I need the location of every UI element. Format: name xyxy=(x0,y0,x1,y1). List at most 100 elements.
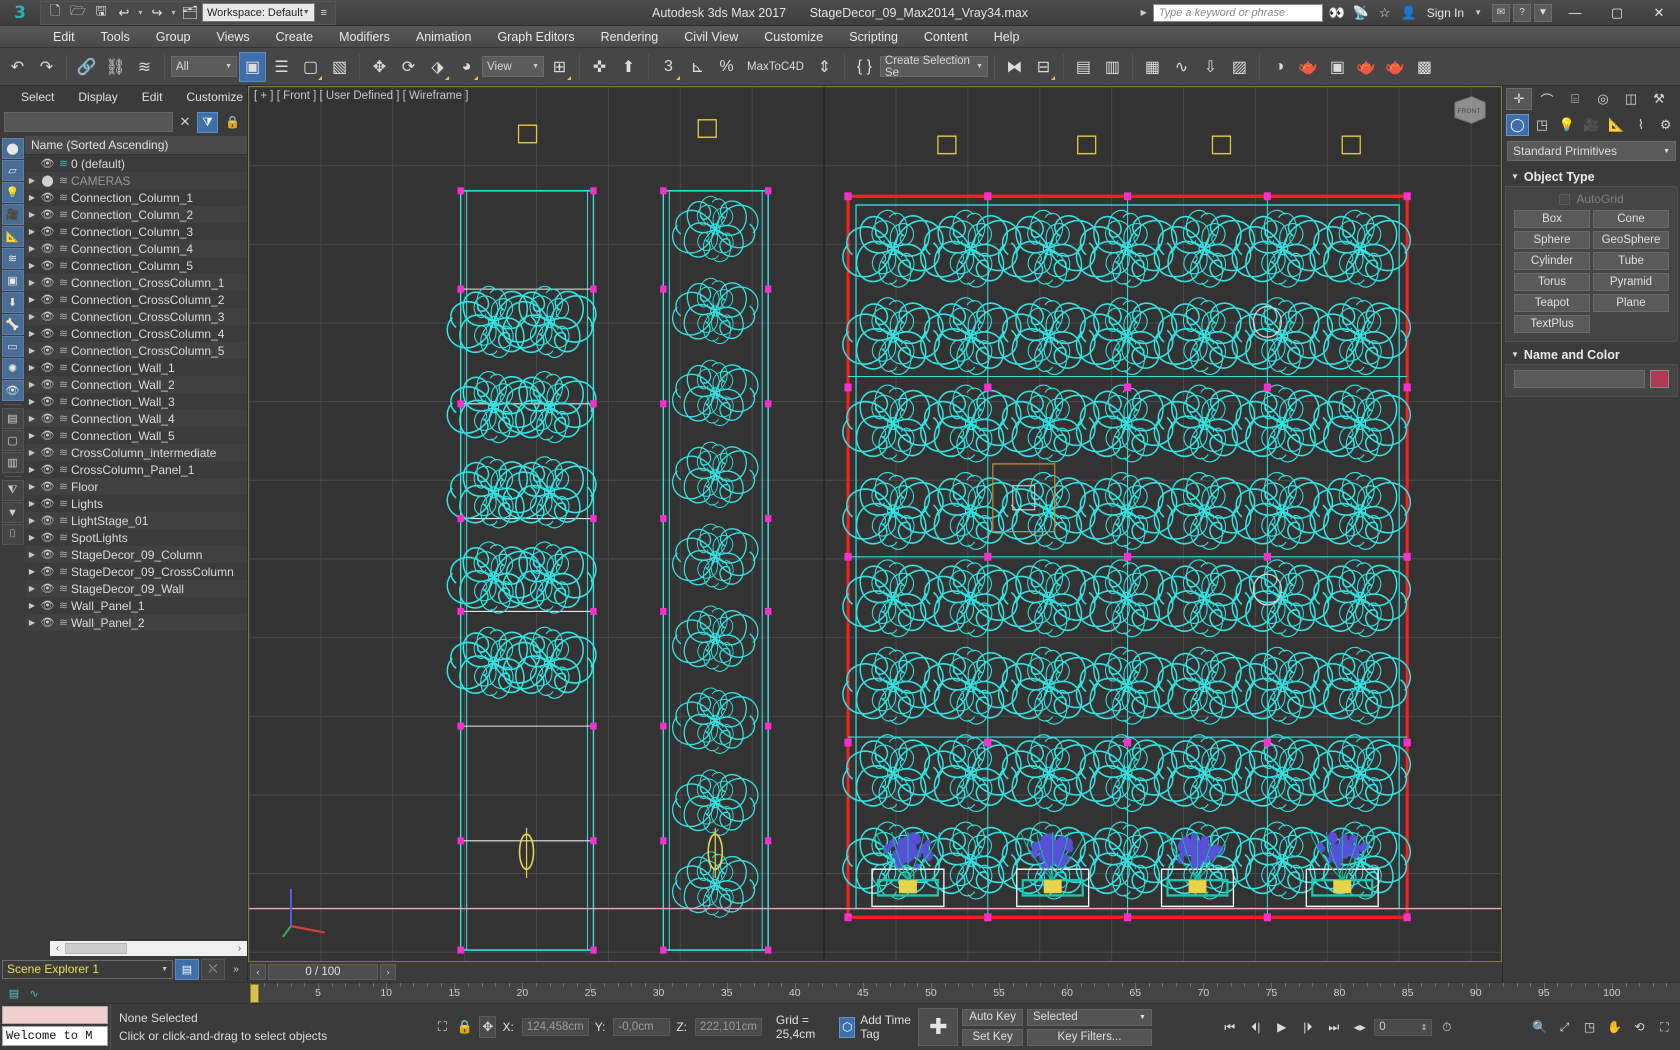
infocenter-expand-icon[interactable]: ▶ xyxy=(1139,8,1149,17)
scene-explorer-row[interactable]: ▶ 👁 ≋ Connection_CrossColumn_2 xyxy=(25,291,247,308)
sign-in-button[interactable]: Sign In xyxy=(1423,6,1468,20)
scene-explorer-menu-display[interactable]: Display xyxy=(67,87,128,107)
display-list-icon[interactable]: ▤ xyxy=(2,408,24,429)
display-tab[interactable]: ◫ xyxy=(1618,88,1644,110)
visibility-eye-icon[interactable]: 👁 xyxy=(39,480,56,493)
expand-arrow-icon[interactable]: ▶ xyxy=(25,516,39,525)
display-tile-icon[interactable]: ▢ xyxy=(2,430,24,451)
expand-arrow-icon[interactable]: ▶ xyxy=(25,346,39,355)
expand-arrow-icon[interactable]: ▶ xyxy=(25,550,39,559)
filter-groups-icon[interactable]: ▣ xyxy=(2,270,24,291)
schematic-view-button[interactable]: ⇩ xyxy=(1197,52,1224,82)
scene-explorer-menu-edit[interactable]: Edit xyxy=(131,87,174,107)
filter-icon[interactable]: ⧩ xyxy=(197,112,218,133)
render-iterative-button[interactable]: 🫖 xyxy=(1382,52,1409,82)
menu-item-rendering[interactable]: Rendering xyxy=(588,26,672,48)
reference-coordinate-combo[interactable]: View ▼ xyxy=(482,56,544,77)
clear-search-icon[interactable]: ✕ xyxy=(177,112,193,132)
spinner-icon[interactable]: ⇕ xyxy=(1421,1023,1428,1032)
object-type-pyramid-button[interactable]: Pyramid xyxy=(1593,273,1669,291)
layer-explorer-button[interactable]: ▤ xyxy=(1070,52,1097,82)
expand-arrow-icon[interactable]: ▶ xyxy=(25,465,39,474)
expand-arrow-icon[interactable]: ▶ xyxy=(25,312,39,321)
scene-explorer-row[interactable]: ▶ 👁 ≋ Lights xyxy=(25,495,247,512)
visibility-eye-icon[interactable]: 👁 xyxy=(39,242,56,255)
menu-item-help[interactable]: Help xyxy=(981,26,1033,48)
percent-snap-toggle-button[interactable]: % xyxy=(713,52,740,82)
filter-shapes-icon[interactable]: ▱ xyxy=(2,160,24,181)
scene-explorer-row[interactable]: ▶ 👁 ≋ Connection_Wall_4 xyxy=(25,410,247,427)
visibility-eye-icon[interactable]: 👁 xyxy=(39,412,56,425)
display-detail-icon[interactable]: ▥ xyxy=(2,452,24,473)
close-button[interactable]: ✕ xyxy=(1638,0,1680,26)
object-type-box-button[interactable]: Box xyxy=(1514,210,1590,228)
mirror-button[interactable]: ⧓ xyxy=(1001,52,1028,82)
object-type-cone-button[interactable]: Cone xyxy=(1593,210,1669,228)
minimize-button[interactable]: — xyxy=(1554,0,1596,26)
rectangular-selection-region-button[interactable]: ▢ xyxy=(297,52,324,82)
scroll-left-icon[interactable]: ‹ xyxy=(50,943,65,954)
select-and-manipulate-button[interactable]: ✜ xyxy=(586,52,613,82)
expand-arrow-icon[interactable]: ▶ xyxy=(25,210,39,219)
undo-dropdown-icon[interactable]: ▾ xyxy=(136,2,145,23)
primitive-category-combo[interactable]: Standard Primitives ▼ xyxy=(1507,141,1676,161)
menu-item-animation[interactable]: Animation xyxy=(403,26,485,48)
scene-explorer-row[interactable]: 👁 ≋ 0 (default) xyxy=(25,155,247,172)
redo-button[interactable]: ↷ xyxy=(33,52,60,82)
filter-containers-icon[interactable]: ▭ xyxy=(2,336,24,357)
utilities-tab[interactable]: ⚒ xyxy=(1646,88,1672,110)
timeline-ruler[interactable]: 5 10 15 20 25 30 35 40 45 50 55 60 65 70 75 80 85 90 95 100 xyxy=(250,983,1680,1003)
filter-bones-icon[interactable]: 🦴 xyxy=(2,314,24,335)
open-asset-tracking-button[interactable]: ▨ xyxy=(1226,52,1253,82)
scene-explorer-row[interactable]: ▶ 👁 ≋ Connection_Column_1 xyxy=(25,189,247,206)
communication-center-icon[interactable]: ✉ xyxy=(1492,4,1510,22)
orbit-icon[interactable]: ⟲ xyxy=(1628,1017,1651,1038)
menu-item-customize[interactable]: Customize xyxy=(751,26,836,48)
expand-arrow-icon[interactable]: ▶ xyxy=(25,499,39,508)
scene-explorer-row[interactable]: ▶ ⬤ ≋ CAMERAS xyxy=(25,172,247,189)
menu-item-views[interactable]: Views xyxy=(203,26,262,48)
go-to-end-icon[interactable]: ⏭ xyxy=(1322,1017,1345,1038)
object-type-tube-button[interactable]: Tube xyxy=(1593,252,1669,270)
select-and-move-button[interactable]: ✥ xyxy=(366,52,393,82)
scene-explorer-row[interactable]: ▶ 👁 ≋ Connection_CrossColumn_5 xyxy=(25,342,247,359)
viewcube-icon[interactable]: FRONT xyxy=(1451,93,1489,127)
key-mode-combo[interactable]: Selected ▼ xyxy=(1027,1009,1152,1026)
expand-arrow-icon[interactable]: ▶ xyxy=(25,227,39,236)
undo-button[interactable]: ↶ xyxy=(4,52,31,82)
filter-helpers-icon[interactable]: 📐 xyxy=(2,226,24,247)
snaps-toggle-button[interactable]: 3 xyxy=(655,52,682,82)
sign-in-dropdown-icon[interactable]: ▼ xyxy=(1472,8,1484,17)
time-configuration-icon[interactable]: ⏱ xyxy=(1435,1017,1458,1038)
select-and-place-button[interactable]: ◕ xyxy=(453,52,480,82)
object-color-swatch[interactable] xyxy=(1650,370,1669,388)
visibility-eye-icon[interactable]: 👁 xyxy=(39,344,56,357)
z-coordinate-field[interactable]: 222,101cm xyxy=(695,1018,762,1036)
zoom-extents-icon[interactable]: ⤢ xyxy=(1553,1017,1576,1038)
object-type-cylinder-button[interactable]: Cylinder xyxy=(1514,252,1590,270)
save-file-icon[interactable]: 🖫 xyxy=(90,2,112,23)
visibility-eye-icon[interactable]: 👁 xyxy=(39,565,56,578)
visibility-eye-icon[interactable]: 👁 xyxy=(39,531,56,544)
previous-frame-icon[interactable]: ⏴| xyxy=(1244,1017,1267,1038)
scene-explorer-row[interactable]: ▶ 👁 ≋ Floor xyxy=(25,478,247,495)
zoom-icon[interactable]: 🔍 xyxy=(1528,1017,1551,1038)
expand-arrow-icon[interactable]: ▶ xyxy=(25,261,39,270)
scene-explorer-horizontal-scrollbar[interactable]: ‹ › xyxy=(50,941,247,956)
scene-explorer-row[interactable]: ▶ 👁 ≋ Connection_Column_4 xyxy=(25,240,247,257)
menu-item-modifiers[interactable]: Modifiers xyxy=(326,26,403,48)
workspace-selector[interactable]: Workspace: Default ▼ xyxy=(202,3,315,22)
expand-arrow-icon[interactable]: ▶ xyxy=(25,295,39,304)
filter-cameras-icon[interactable]: 🎥 xyxy=(2,204,24,225)
select-and-rotate-button[interactable]: ⟳ xyxy=(395,52,422,82)
visibility-eye-icon[interactable]: 👁 xyxy=(39,378,56,391)
selection-filter-combo[interactable]: All ▼ xyxy=(171,56,237,77)
layer-view-button[interactable]: ▤ xyxy=(175,959,199,980)
visibility-eye-icon[interactable]: 👁 xyxy=(39,293,56,306)
edit-named-selection-sets-button[interactable]: { } xyxy=(851,52,878,82)
scene-explorer-name-combo[interactable]: Scene Explorer 1 ▼ xyxy=(2,960,173,979)
scene-explorer-row[interactable]: ▶ 👁 ≋ Connection_CrossColumn_4 xyxy=(25,325,247,342)
scene-explorer-button[interactable]: ▥ xyxy=(1099,52,1126,82)
cameras-button[interactable]: 🎥 xyxy=(1580,114,1603,136)
visibility-eye-icon[interactable]: 👁 xyxy=(39,310,56,323)
